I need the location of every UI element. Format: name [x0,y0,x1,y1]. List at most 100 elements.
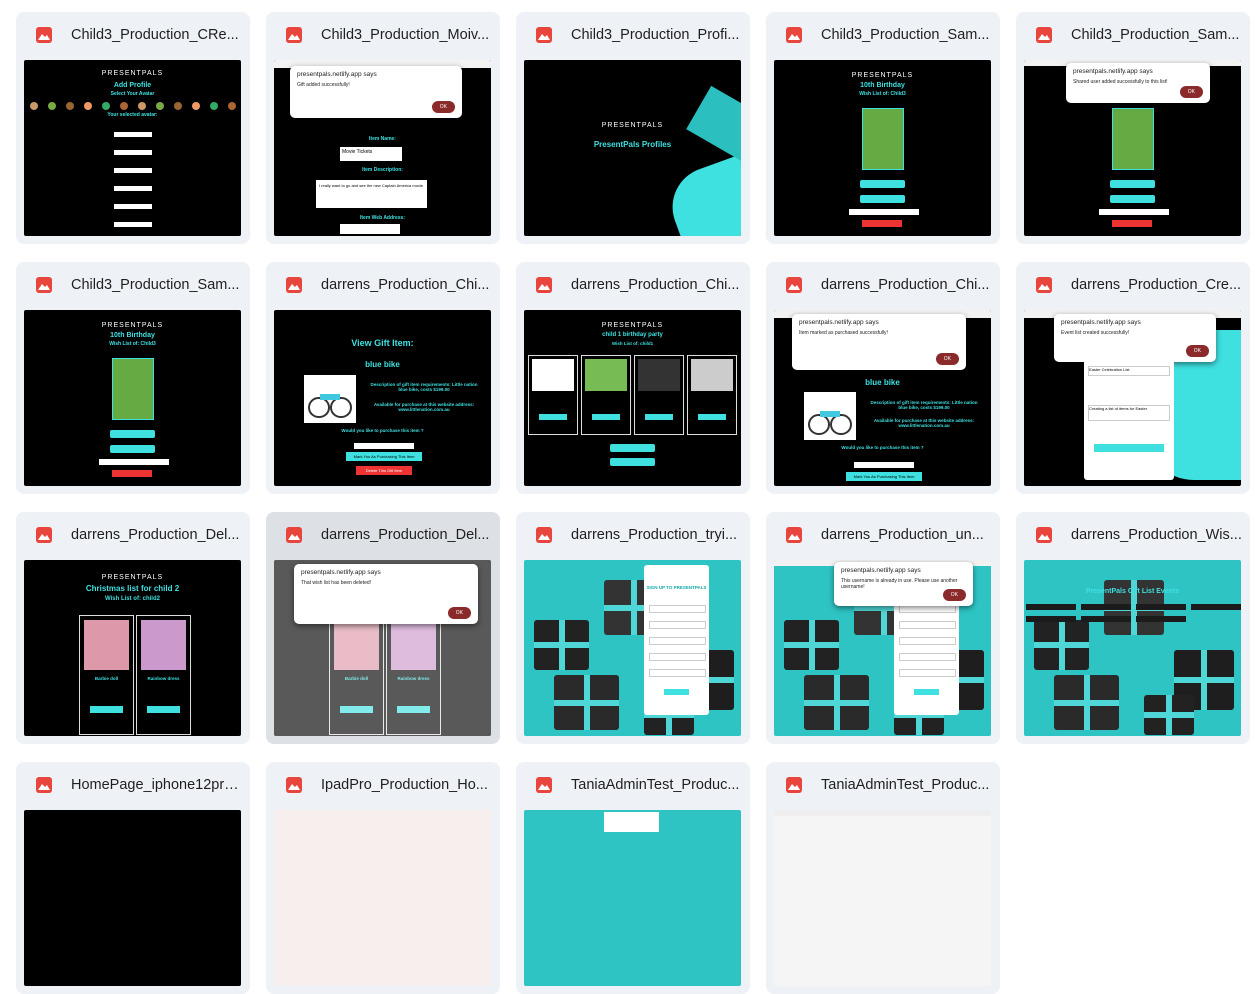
file-card[interactable]: darrens_Production_tryi... SIGN UP TO PRE… [516,512,750,744]
view-button[interactable] [645,414,673,420]
item-web-input[interactable] [340,224,400,234]
view-button[interactable] [592,414,620,420]
share-input[interactable] [99,459,169,465]
purchase-select[interactable] [354,443,414,449]
register-button[interactable] [664,689,689,695]
avatar-icon[interactable] [120,102,128,110]
form-field[interactable] [649,637,706,645]
file-thumbnail[interactable] [524,810,741,986]
share-input[interactable] [1099,209,1169,215]
file-thumbnail[interactable] [774,810,991,986]
cyan-button[interactable] [860,195,905,203]
desc-input[interactable]: Creating a list of items for Easter [1088,405,1170,421]
file-card[interactable]: Child3_Production_Sam...PRESENTPALS10th … [1016,12,1250,244]
event-link[interactable] [1081,604,1131,610]
form-field[interactable] [899,669,956,677]
event-link[interactable] [1026,604,1076,610]
form-field[interactable] [114,204,152,209]
register-button[interactable] [914,689,939,695]
avatar-icon[interactable] [84,102,92,110]
avatar-icon[interactable] [66,102,74,110]
event-link[interactable] [1081,616,1131,622]
form-field[interactable] [114,168,152,173]
form-field[interactable] [899,653,956,661]
file-card[interactable]: TaniaAdminTest_Produc... [516,762,750,994]
file-card[interactable]: darrens_Production_Del...PRESENTPALSChri… [266,512,500,744]
form-field[interactable] [114,222,152,227]
share-input[interactable] [849,209,919,215]
delete-gift-button[interactable]: Delete This Gift Item [356,466,412,475]
event-link[interactable] [1191,604,1241,610]
cyan-button[interactable] [1110,195,1155,203]
view-button[interactable] [698,414,726,420]
form-field[interactable] [649,653,706,661]
file-card[interactable]: Child3_Production_CRe... PRESENTPALS Add P… [16,12,250,244]
view-button[interactable] [539,414,567,420]
cyan-button[interactable] [1110,180,1155,188]
form-field[interactable] [649,669,706,677]
file-thumbnail[interactable]: PRESENTPALS PresentPals Profiles [524,60,741,236]
file-card[interactable]: darrens_Production_Chi... View Gift Item:… [266,262,500,494]
file-card[interactable]: darrens_Production_Cre... presentpals.net… [1016,262,1250,494]
form-field[interactable] [899,621,956,629]
file-thumbnail[interactable]: PRESENTPALS Add Profile Select Your Avatar… [24,60,241,236]
item-desc-input[interactable]: I really want to go and see the new Capt… [316,180,427,208]
avatar-icon[interactable] [228,102,236,110]
file-card[interactable]: TaniaAdminTest_Produc... [766,762,1000,994]
view-button[interactable] [147,706,180,713]
cyan-button[interactable] [860,180,905,188]
view-button[interactable] [90,706,123,713]
form-field[interactable] [899,637,956,645]
file-card[interactable]: darrens_Production_Wis... PresentPals Gif… [1016,512,1250,744]
file-thumbnail[interactable]: SIGN UP TO PRESENTPALSpresentpals.netlif… [774,560,991,736]
file-card[interactable]: darrens_Production_Chi... PRESENTPALS chil… [516,262,750,494]
cyan-button[interactable] [610,458,655,466]
cyan-button[interactable] [110,430,155,438]
delete-list-button[interactable] [112,470,152,477]
title-input[interactable]: Easter Celebration List [1088,366,1170,376]
file-thumbnail[interactable]: PRESENTPALSChristmas list for child 2Wis… [274,560,491,736]
purchase-select[interactable] [854,462,914,468]
ok-button[interactable]: OK [431,101,455,113]
file-card[interactable]: darrens_Production_un... SIGN UP TO PRESE… [766,512,1000,744]
ok-button[interactable]: OK [1179,86,1203,98]
avatar-icon[interactable] [102,102,110,110]
form-field[interactable] [114,150,152,155]
file-thumbnail[interactable]: presentpals.netlify.app says Item marked … [774,310,991,486]
ok-button[interactable]: OK [1185,345,1209,357]
file-thumbnail[interactable] [274,810,491,986]
file-thumbnail[interactable]: PresentPals Gift List Events [1024,560,1241,736]
mark-purchase-button[interactable]: Mark You As Purchasing This Item [346,452,422,461]
file-card[interactable]: Child3_Production_Moiv... presentpals.net… [266,12,500,244]
file-thumbnail[interactable]: PRESENTPALSChristmas list for child 2Wis… [24,560,241,736]
avatar-icon[interactable] [156,102,164,110]
event-link[interactable] [1136,616,1186,622]
file-thumbnail[interactable]: presentpals.netlify.app says Gift added s… [274,60,491,236]
cyan-button[interactable] [610,444,655,452]
form-field[interactable] [649,621,706,629]
file-thumbnail[interactable] [24,810,241,986]
avatar-icon[interactable] [210,102,218,110]
item-name-input[interactable]: Movie Tickets [340,147,402,161]
file-card[interactable]: darrens_Production_Del...PRESENTPALSChri… [16,512,250,744]
file-thumbnail[interactable]: View Gift Item: blue bike Description of g… [274,310,491,486]
avatar-icon[interactable] [138,102,146,110]
form-field[interactable] [114,132,152,137]
file-card[interactable]: Child3_Production_Profi... PRESENTPALS Pre… [516,12,750,244]
ok-button[interactable]: OK [447,607,471,619]
delete-list-button[interactable] [1112,220,1152,227]
event-link[interactable] [1026,616,1076,622]
file-thumbnail[interactable]: presentpals.netlify.app says Event list c… [1024,310,1241,486]
file-card[interactable]: Child3_Production_Sam...PRESENTPALS10th … [766,12,1000,244]
event-link[interactable] [1136,604,1186,610]
avatar-icon[interactable] [192,102,200,110]
file-thumbnail[interactable]: PRESENTPALS 10th Birthday Wish List of: Ch… [774,60,991,236]
mark-purchase-button[interactable]: Mark You As Purchasing This Item [846,472,922,481]
avatar-icon[interactable] [30,102,38,110]
ok-button[interactable]: OK [942,589,966,601]
file-thumbnail[interactable]: PRESENTPALS child 1 birthday party Wish Li… [524,310,741,486]
file-card[interactable]: Child3_Production_Sam...PRESENTPALS10th … [16,262,250,494]
file-thumbnail[interactable]: SIGN UP TO PRESENTPALS [524,560,741,736]
delete-list-button[interactable] [862,220,902,227]
form-field[interactable] [649,605,706,613]
